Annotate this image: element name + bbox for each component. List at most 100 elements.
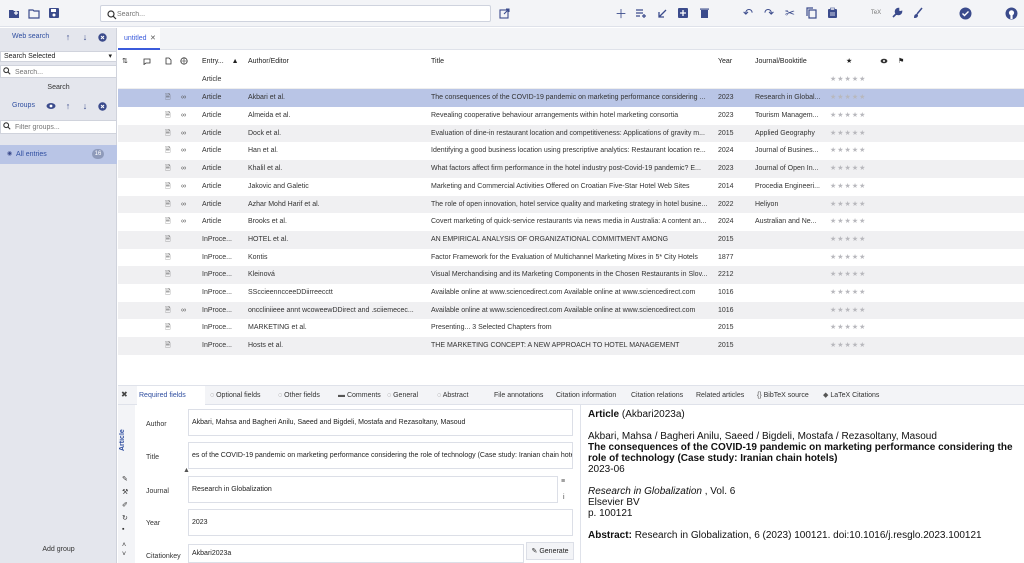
column-sort-icon[interactable]: ⇅ <box>122 51 128 71</box>
abbreviate-icon[interactable]: ≡ <box>561 478 565 485</box>
rating-stars[interactable]: ★★★★★ <box>830 319 866 337</box>
pdf-file-icon[interactable]: 🗎 <box>165 302 171 320</box>
pdf-file-icon[interactable]: 🗎 <box>165 249 171 267</box>
link-icon[interactable]: ∞ <box>181 89 186 107</box>
rating-column-icon[interactable]: ★ <box>846 51 852 71</box>
file-column-icon[interactable] <box>165 51 172 71</box>
link-icon[interactable]: ∞ <box>181 160 186 178</box>
wrench-icon[interactable]: ⚒ <box>122 488 128 496</box>
tex-icon[interactable]: TeX <box>868 5 884 21</box>
table-row[interactable]: 🗎 InProce... Hosts et al. THE MARKETING CON… <box>118 337 1024 355</box>
editor-tab[interactable]: Required fields <box>137 386 205 405</box>
eye-icon[interactable] <box>45 100 57 112</box>
flag-column-icon[interactable]: ⚑ <box>898 51 904 71</box>
editor-tab[interactable]: Citation information <box>554 386 627 405</box>
web-search-select[interactable]: Search Selected ▾ <box>0 51 117 62</box>
rating-stars[interactable]: ★★★★★ <box>830 284 866 302</box>
table-row[interactable]: 🗎 ∞ Article Azhar Mohd Harif et al. The role… <box>118 195 1024 214</box>
chevron-up-icon[interactable]: ˄ <box>122 542 126 549</box>
pdf-file-icon[interactable]: 🗎 <box>165 284 171 302</box>
rating-stars[interactable]: ★★★★★ <box>830 196 866 214</box>
column-header-title[interactable]: Title <box>431 51 444 71</box>
pdf-file-icon[interactable]: 🗎 <box>165 213 171 231</box>
pdf-file-icon[interactable]: 🗎 <box>165 89 171 107</box>
pdf-file-icon[interactable]: 🗎 <box>165 231 171 249</box>
editor-tab[interactable]: ◌ Optional fields <box>208 386 274 405</box>
pdf-file-icon[interactable]: 🗎 <box>165 337 171 355</box>
chevron-down-icon[interactable]: ˅ <box>122 551 126 558</box>
table-row[interactable]: 🗎 InProce... SSccieenncceeDDiirreecctt Avai… <box>118 284 1024 302</box>
link-icon[interactable]: ∞ <box>181 302 186 320</box>
trash-icon[interactable]: ▪ <box>122 526 124 533</box>
web-search-button[interactable]: Search <box>0 81 117 94</box>
scissors-icon[interactable]: ✂ <box>782 5 798 21</box>
generate-key-button[interactable]: ✎ Generate <box>526 542 574 560</box>
undo-icon[interactable]: ↶ <box>740 5 756 21</box>
editor-tab[interactable]: Related articles <box>694 386 752 405</box>
pdf-file-icon[interactable]: 🗎 <box>165 319 171 337</box>
link-icon[interactable]: ∞ <box>181 213 186 231</box>
import-arrow-icon[interactable] <box>654 5 670 21</box>
table-row[interactable]: 🗎 ∞ InProce... onccliniieee annt wcoweewDDi… <box>118 301 1024 320</box>
pdf-file-icon[interactable]: 🗎 <box>165 107 171 125</box>
new-library-icon[interactable] <box>6 5 22 21</box>
table-row[interactable]: 🗎 ∞ Article Jakovic and Galetic Marketing an… <box>118 178 1024 196</box>
rating-stars[interactable]: ★★★★★ <box>830 107 866 125</box>
table-row[interactable]: 🗎 ∞ Article Almeida et al. Revealing coopera… <box>118 107 1024 125</box>
pdf-file-icon[interactable]: 🗎 <box>165 160 171 178</box>
table-row[interactable]: 🗎 ∞ Article Brooks et al. Covert marketing o… <box>118 213 1024 231</box>
github-icon[interactable] <box>1003 5 1019 21</box>
redo-icon[interactable]: ↷ <box>761 5 777 21</box>
close-circle-icon[interactable] <box>96 31 108 43</box>
rating-stars[interactable]: ★★★★★ <box>830 178 866 196</box>
editor-tab[interactable]: ◌ Abstract <box>435 386 490 405</box>
read-status-column-icon[interactable] <box>880 51 888 71</box>
field-year[interactable]: 2023 <box>188 509 573 536</box>
table-row[interactable]: 🗎 InProce... Kontis Factor Framework for th… <box>118 249 1024 267</box>
column-header-author[interactable]: Author/Editor <box>248 51 289 71</box>
table-row[interactable]: 🗎 InProce... Kleinová Visual Merchandising … <box>118 266 1024 284</box>
add-group-button[interactable]: Add group <box>0 546 117 553</box>
pdf-file-icon[interactable]: 🗎 <box>165 142 171 160</box>
table-row[interactable]: 🗎 InProce... MARKETING et al. Presenting...… <box>118 319 1024 337</box>
field-author[interactable]: Akbari, Mahsa and Bagheri Anilu, Saeed a… <box>188 409 573 436</box>
table-row[interactable]: 🗎 ∞ Article Akbari et al. The consequences o… <box>118 89 1024 107</box>
save-icon[interactable] <box>46 5 62 21</box>
pdf-file-icon[interactable]: 🗎 <box>165 178 171 196</box>
external-search-icon[interactable] <box>496 5 512 21</box>
copy-icon[interactable] <box>803 5 819 21</box>
table-row[interactable]: 🗎 ∞ Article Khalil et al. What factors affec… <box>118 160 1024 178</box>
rating-stars[interactable]: ★★★★★ <box>830 302 866 320</box>
arrow-down-icon[interactable]: ↓ <box>79 31 91 43</box>
rating-stars[interactable]: ★★★★★ <box>830 266 866 284</box>
global-search-input[interactable] <box>117 8 477 20</box>
close-circle-icon[interactable] <box>96 100 108 112</box>
link-icon[interactable]: ∞ <box>181 142 186 160</box>
rating-stars[interactable]: ★★★★★ <box>830 231 866 249</box>
editor-tab[interactable]: {} BibTeX source <box>755 386 819 405</box>
url-column-icon[interactable] <box>180 51 188 71</box>
tab-untitled[interactable]: untitled ✕ <box>118 28 160 50</box>
rating-stars[interactable]: ★★★★★ <box>830 125 866 143</box>
editor-tab[interactable]: ◌ Other fields <box>276 386 334 405</box>
close-icon[interactable]: ✕ <box>150 34 156 42</box>
editor-tab[interactable]: File annotations <box>492 386 552 405</box>
plus-icon[interactable]: ＋ <box>613 5 629 21</box>
arrow-down-icon[interactable]: ↓ <box>79 100 91 112</box>
table-row[interactable]: 🗎 ∞ Article Dock et al. Evaluation of dine-i… <box>118 124 1024 143</box>
link-icon[interactable]: ∞ <box>181 178 186 196</box>
table-row[interactable]: 🗎 InProce... HOTEL et al. AN EMPIRICAL ANAL… <box>118 230 1024 249</box>
rating-stars[interactable]: ★★★★★ <box>830 337 866 355</box>
arrow-up-icon[interactable]: ↑ <box>62 100 74 112</box>
table-row[interactable]: 🗎 ∞ Article Han et al. Identifying a good bu… <box>118 142 1024 160</box>
rating-stars[interactable]: ★★★★★ <box>830 142 866 160</box>
pdf-file-icon[interactable]: 🗎 <box>165 266 171 284</box>
field-journal[interactable]: Research in Globalization <box>188 476 558 503</box>
editor-tab[interactable]: ◌ General <box>385 386 433 405</box>
link-icon[interactable]: ∞ <box>181 196 186 214</box>
rating-stars[interactable]: ★★★★★ <box>830 89 866 107</box>
field-citationkey[interactable]: Akbari2023a <box>188 544 524 563</box>
filter-groups-input[interactable] <box>15 123 113 132</box>
pdf-file-icon[interactable]: 🗎 <box>165 196 171 214</box>
field-title[interactable]: es of the COVID-19 pandemic on marketing… <box>188 442 573 469</box>
